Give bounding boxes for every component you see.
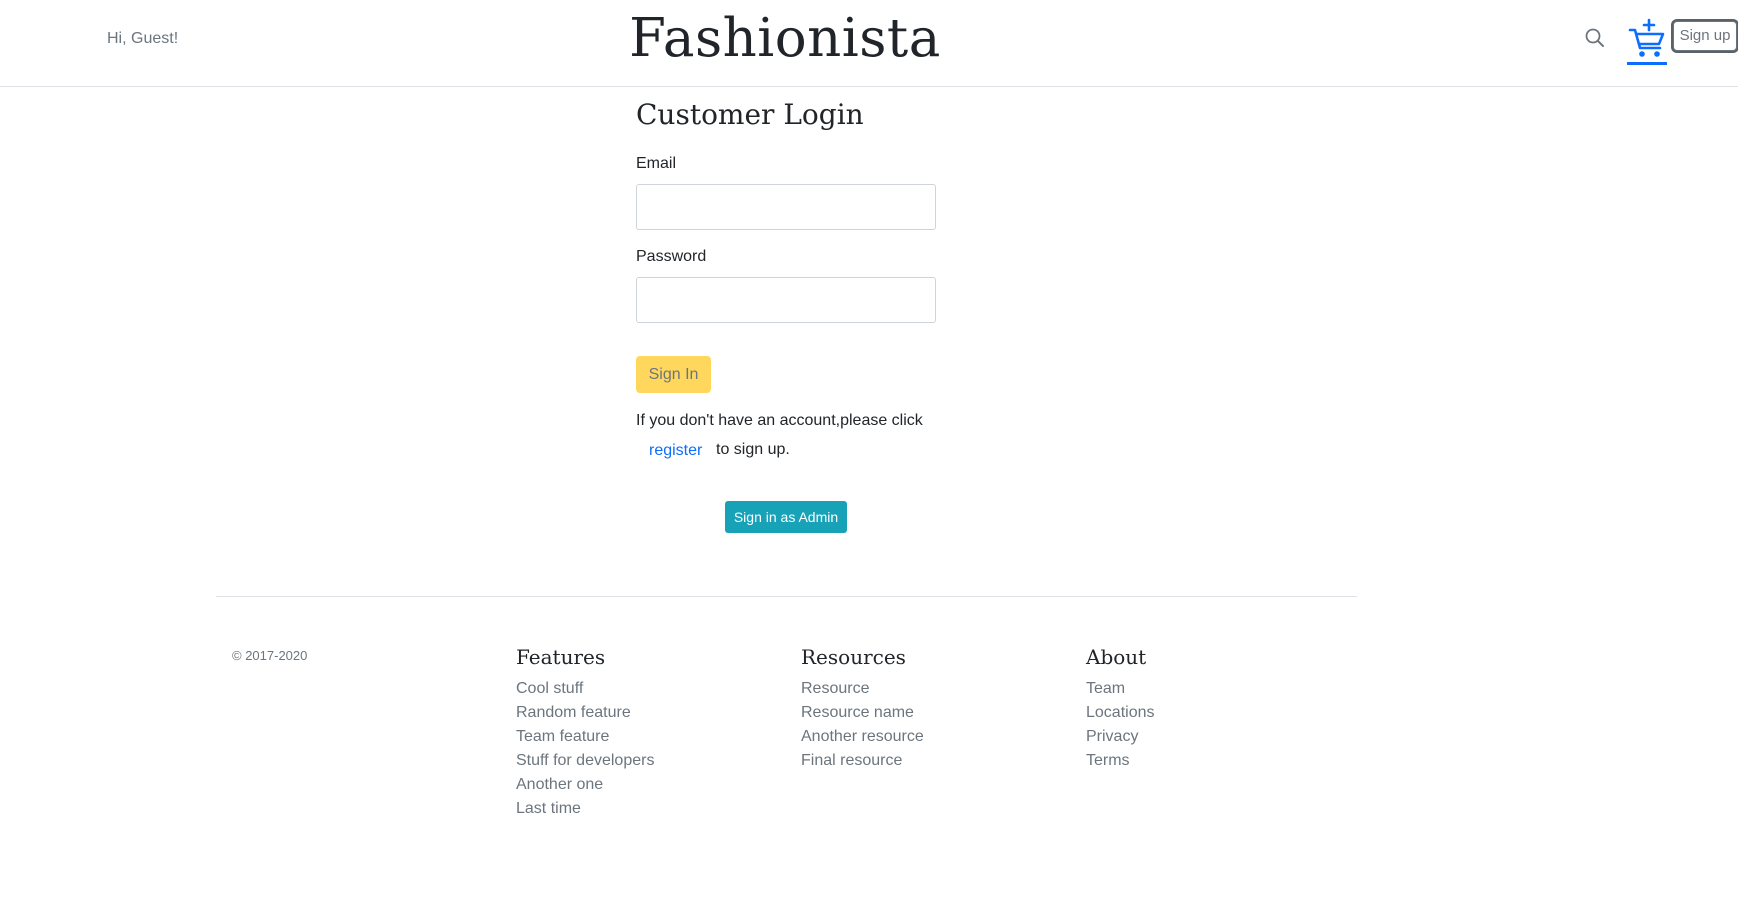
footer-link[interactable]: Team feature (516, 725, 776, 749)
register-prompt-suffix: to sign up. (716, 441, 790, 458)
footer-column-features: Features Cool stuff Random feature Team … (516, 645, 776, 821)
search-icon[interactable] (1584, 27, 1606, 49)
footer-link[interactable]: Random feature (516, 701, 776, 725)
email-label: Email (636, 155, 677, 172)
cart-add-icon[interactable] (1627, 18, 1667, 65)
footer-link[interactable]: Resource (801, 677, 1061, 701)
page-title: Customer Login (636, 98, 864, 131)
footer-link[interactable]: Last time (516, 797, 776, 821)
password-field[interactable] (636, 277, 936, 323)
footer-link[interactable]: Stuff for developers (516, 749, 776, 773)
register-link[interactable]: register (649, 442, 702, 460)
footer-column-about: About Team Locations Privacy Terms (1086, 645, 1346, 773)
footer-link[interactable]: Cool stuff (516, 677, 776, 701)
sign-in-admin-button[interactable]: Sign in as Admin (725, 501, 847, 533)
footer-link[interactable]: Another one (516, 773, 776, 797)
footer-link[interactable]: Terms (1086, 749, 1346, 773)
footer-link[interactable]: Locations (1086, 701, 1346, 725)
footer-link[interactable]: Team (1086, 677, 1346, 701)
footer-divider (216, 596, 1357, 597)
site-header: Hi, Guest! Fashionista Sign up (0, 0, 1738, 87)
footer-link[interactable]: Resource name (801, 701, 1061, 725)
brand-logo[interactable]: Fashionista (0, 4, 1570, 74)
footer-heading-features: Features (516, 645, 606, 669)
email-field[interactable] (636, 184, 936, 230)
register-prompt-text: If you don't have an account,please clic… (636, 412, 923, 429)
sign-in-button[interactable]: Sign In (636, 356, 711, 393)
footer-heading-about: About (1086, 645, 1147, 669)
footer-link[interactable]: Another resource (801, 725, 1061, 749)
footer-heading-resources: Resources (801, 645, 906, 669)
password-label: Password (636, 248, 707, 265)
footer-column-resources: Resources Resource Resource name Another… (801, 645, 1061, 773)
footer-link[interactable]: Final resource (801, 749, 1061, 773)
signup-button[interactable]: Sign up (1673, 21, 1737, 51)
footer-link[interactable]: Privacy (1086, 725, 1346, 749)
copyright-text: © 2017-2020 (232, 648, 308, 663)
